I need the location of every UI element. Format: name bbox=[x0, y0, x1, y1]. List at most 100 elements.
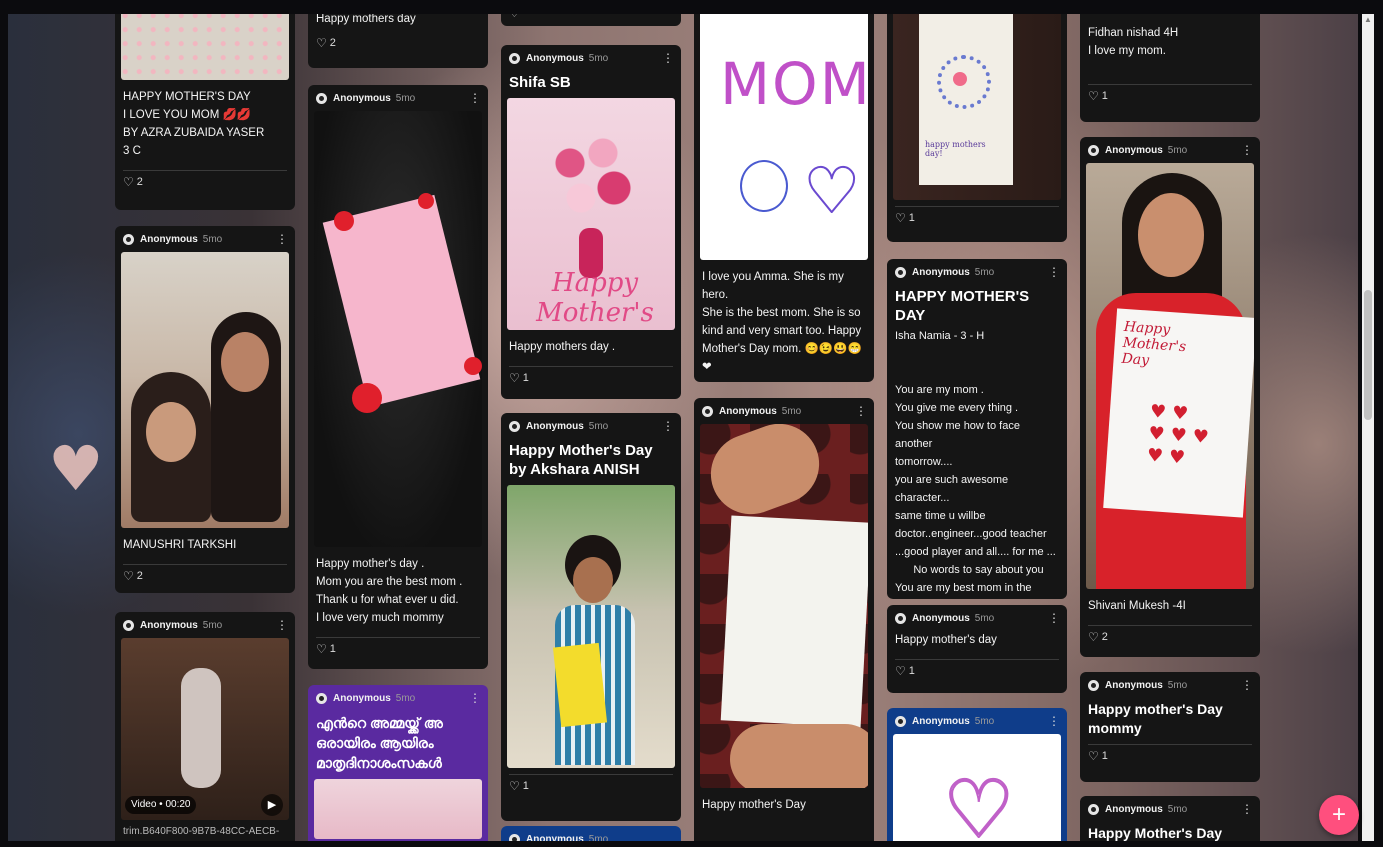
heart-icon: ♡ bbox=[1088, 89, 1099, 103]
post-card[interactable]: Anonymous 5mo ⋮ ♡ bbox=[887, 708, 1067, 841]
post-card[interactable]: Anonymous 5mo ⋮ MANUSHRI TARKSHI ♡ 2 bbox=[115, 226, 295, 593]
image-caption: Happy Mother's Day bbox=[1121, 318, 1187, 369]
post-card[interactable]: Fidhan nishad 4H I love my mom. ♡ 1 bbox=[1080, 14, 1260, 122]
post-body: HAPPY MOTHER'S DAY I LOVE YOU MOM 💋💋 BY … bbox=[123, 91, 265, 157]
heart-icon: ♡ bbox=[509, 14, 520, 20]
avatar bbox=[123, 619, 134, 631]
scrollbar-track[interactable] bbox=[1362, 14, 1374, 841]
post-image: ♡ bbox=[893, 734, 1061, 841]
post-card[interactable]: happy mothers day! ♡ 1 bbox=[887, 14, 1067, 242]
post-body: Shivani Mukesh -4I bbox=[1088, 600, 1186, 612]
image-caption: MOM bbox=[720, 50, 868, 118]
post-header: Anonymous 5mo ⋮ bbox=[1080, 672, 1260, 698]
like-button[interactable]: ♡ 1 bbox=[501, 367, 681, 389]
like-button[interactable]: ♡ 1 bbox=[887, 660, 1067, 682]
like-button[interactable]: ♡ 1 bbox=[1080, 85, 1260, 107]
more-options-icon[interactable]: ⋮ bbox=[469, 92, 481, 104]
heart-icon: ♡ bbox=[123, 569, 134, 583]
more-options-icon[interactable]: ⋮ bbox=[662, 420, 674, 432]
post-body: Happy mother's day bbox=[895, 634, 997, 646]
like-button[interactable]: ♡ 1 bbox=[887, 207, 1067, 229]
post-image bbox=[507, 485, 675, 768]
more-options-icon[interactable]: ⋮ bbox=[1241, 803, 1253, 815]
more-options-icon[interactable]: ⋮ bbox=[469, 692, 481, 704]
video-duration: Video • 00:20 bbox=[125, 796, 197, 814]
scrollbar-thumb[interactable] bbox=[1364, 290, 1372, 420]
like-button[interactable]: ♡ 1 bbox=[1080, 745, 1260, 767]
avatar bbox=[316, 692, 327, 704]
post-header: Anonymous 5mo ⋮ bbox=[1080, 796, 1260, 822]
avatar bbox=[1088, 803, 1099, 815]
post-title: എൻറെ അമ്മയ്ക്ക് അ ഒരായിരം ആയിരം മാതൃദിനാ… bbox=[316, 715, 443, 771]
post-image: Happy Mother's Day ♥♥ ♥♥♥ ♥♥ bbox=[1086, 163, 1254, 589]
post-card[interactable]: Anonymous 5mo ⋮ Happy mother's day . Mom y… bbox=[308, 85, 488, 669]
play-icon[interactable]: ▶ bbox=[261, 794, 283, 816]
post-card[interactable]: Anonymous5mo⋮ Shifa SB Happy Mother's Da… bbox=[501, 45, 681, 399]
post-image: MOM ♥ bbox=[700, 14, 868, 260]
heart-icon: ♡ bbox=[316, 642, 327, 656]
avatar bbox=[895, 612, 906, 624]
post-image: happy mothers day! bbox=[893, 14, 1061, 200]
more-options-icon[interactable]: ⋮ bbox=[276, 619, 288, 631]
more-options-icon[interactable]: ⋮ bbox=[662, 52, 674, 64]
post-card[interactable]: Anonymous 5mo ⋮ Video • 00:20 ▶ trim.B640F… bbox=[115, 612, 295, 841]
post-card[interactable]: HAPPY MOTHER'S DAY I LOVE YOU MOM 💋💋 BY … bbox=[115, 14, 295, 210]
like-button[interactable]: ♡ 2 bbox=[115, 565, 295, 587]
more-options-icon[interactable]: ⋮ bbox=[1048, 612, 1060, 624]
post-card[interactable]: Anonymous 5mo ⋮ Happy mother's Day mommy ♡… bbox=[1080, 672, 1260, 782]
add-post-button[interactable]: + bbox=[1319, 795, 1359, 835]
post-card[interactable]: Anonymous 5mo ⋮ Happy mother's Day bbox=[694, 398, 874, 841]
like-button[interactable]: ♡ 2 bbox=[1080, 626, 1260, 648]
more-options-icon[interactable]: ⋮ bbox=[1241, 144, 1253, 156]
padlet-board: ♥ HAPPY MOTHER'S DAY I LOVE YOU MOM 💋💋 B… bbox=[8, 14, 1358, 841]
more-options-icon[interactable]: ⋮ bbox=[1048, 266, 1060, 278]
avatar bbox=[123, 233, 134, 245]
post-body: Fidhan nishad 4H I love my mom. bbox=[1088, 27, 1179, 57]
post-title: Shifa SB bbox=[509, 74, 571, 91]
like-button[interactable]: ♡ 2 bbox=[308, 32, 488, 54]
scroll-up-arrow-icon[interactable]: ▲ bbox=[1364, 16, 1372, 24]
post-card[interactable]: MOM ♥ I love you Amma. She is my hero. S… bbox=[694, 14, 874, 382]
post-card[interactable]: Anonymous 5mo bbox=[501, 826, 681, 841]
post-header: Anonymous 5mo ⋮ bbox=[501, 413, 681, 439]
more-options-icon[interactable]: ⋮ bbox=[276, 233, 288, 245]
post-image bbox=[700, 424, 868, 788]
post-header: Anonymous 5mo ⋮ bbox=[694, 398, 874, 424]
app-window: ♥ HAPPY MOTHER'S DAY I LOVE YOU MOM 💋💋 B… bbox=[0, 0, 1383, 847]
post-image: Happy Mother's Day bbox=[507, 98, 675, 330]
post-card[interactable]: Anonymous 5mo ⋮ Happy Mother's Day by Aksh… bbox=[501, 413, 681, 821]
avatar bbox=[895, 715, 906, 727]
post-body: MANUSHRI TARKSHI bbox=[123, 539, 237, 551]
post-title: Happy mother's Day mommy bbox=[1088, 701, 1223, 736]
post-video[interactable]: Video • 00:20 ▶ bbox=[121, 638, 289, 820]
post-card[interactable]: Happy mothers day ♡ 2 bbox=[308, 14, 488, 68]
avatar bbox=[1088, 144, 1099, 156]
video-filename: trim.B640F800-9B7B-48CC-AECB- bbox=[123, 826, 280, 837]
heart-icon: ♡ bbox=[509, 779, 520, 793]
avatar bbox=[895, 266, 906, 278]
more-options-icon[interactable]: ⋮ bbox=[1048, 715, 1060, 727]
like-button[interactable]: ♡ 1 bbox=[308, 638, 488, 660]
post-card[interactable]: Anonymous 5mo ⋮ Happy Mother's Day ♥♥ ♥♥♥ ♥♥… bbox=[1080, 137, 1260, 657]
post-card[interactable]: Anonymous 5mo ⋮ HAPPY MOTHER'S DAY Isha Na… bbox=[887, 259, 1067, 599]
post-body: Happy mothers day bbox=[316, 14, 416, 25]
post-header: Anonymous 5mo ⋮ bbox=[308, 85, 488, 111]
like-button[interactable]: ♡ bbox=[501, 14, 681, 22]
post-image bbox=[314, 111, 482, 547]
like-button[interactable]: ♡ 2 bbox=[115, 171, 295, 193]
post-header: Anonymous 5mo ⋮ bbox=[1080, 137, 1260, 163]
post-card[interactable]: ♡ bbox=[501, 14, 681, 26]
post-body: Happy mother's day . Mom you are the bes… bbox=[316, 558, 463, 624]
post-card[interactable]: Anonymous 5mo ⋮ Happy Mother's Day bbox=[1080, 796, 1260, 841]
post-header: Anonymous 5mo ⋮ bbox=[887, 605, 1067, 631]
more-options-icon[interactable]: ⋮ bbox=[1241, 679, 1253, 691]
post-body: Isha Namia - 3 - H You are my mom . You … bbox=[895, 330, 1056, 594]
post-card[interactable]: Anonymous 5mo ⋮ Happy mother's day ♡ 1 bbox=[887, 605, 1067, 693]
post-title: Happy Mother's Day bbox=[1088, 825, 1223, 841]
post-body: Happy mother's Day bbox=[702, 799, 806, 811]
image-caption: Happy Mother's Day bbox=[536, 268, 654, 330]
avatar bbox=[316, 92, 327, 104]
like-button[interactable]: ♡ 1 bbox=[501, 775, 681, 797]
post-card[interactable]: Anonymous 5mo ⋮ എൻറെ അമ്മയ്ക്ക് അ ഒരായിരം … bbox=[308, 685, 488, 841]
more-options-icon[interactable]: ⋮ bbox=[855, 405, 867, 417]
